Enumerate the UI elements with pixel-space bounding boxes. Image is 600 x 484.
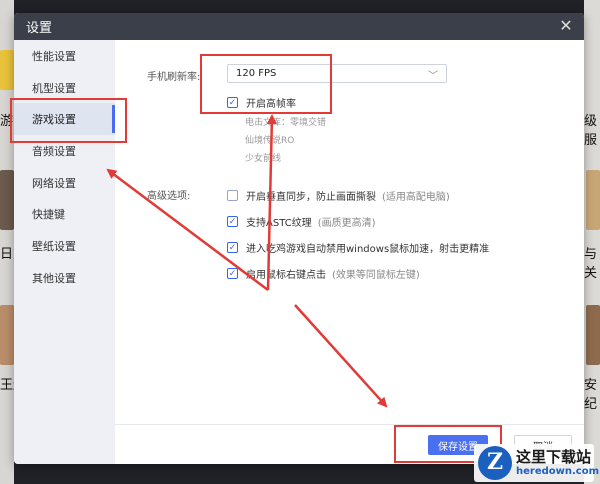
background-text-fragment: 安纪 — [584, 378, 598, 412]
astc-option[interactable]: ✓ 支持ASTC纹理 (画质更高清) — [227, 214, 376, 229]
sidebar-item-game[interactable]: 游戏设置 — [14, 103, 115, 136]
sidebar-item-network[interactable]: 网络设置 — [14, 167, 115, 199]
astc-checkbox[interactable]: ✓ — [227, 216, 238, 227]
background-text-fragment: 游 — [0, 114, 14, 129]
background-thumbnail — [586, 170, 600, 230]
background-text-fragment: 级服 — [584, 114, 598, 148]
right-click-hint: (效果等同鼠标左键) — [332, 270, 420, 281]
refresh-rate-value: 120 FPS — [236, 68, 277, 79]
astc-label: 支持ASTC纹理 — [246, 218, 312, 229]
sidebar-item-wallpaper[interactable]: 壁纸设置 — [14, 230, 115, 262]
background-thumbnail — [586, 305, 600, 365]
settings-sidebar: 性能设置 机型设置 游戏设置 音频设置 网络设置 快捷键 壁纸设置 其他设置 — [14, 40, 115, 464]
mouse-accel-label: 进入吃鸡游戏自动禁用windows鼠标加速，射击更精准 — [246, 244, 490, 255]
vsync-checkbox[interactable] — [227, 190, 238, 201]
supported-game-item: 仙境传说RO — [245, 136, 295, 146]
settings-dialog: 设置 ✕ 性能设置 机型设置 游戏设置 音频设置 网络设置 快捷键 壁纸设置 其… — [14, 13, 584, 464]
sidebar-item-performance[interactable]: 性能设置 — [14, 40, 115, 72]
vsync-hint: (适用高配电脑) — [382, 192, 450, 203]
sidebar-item-audio[interactable]: 音频设置 — [14, 135, 115, 167]
background-thumbnail — [0, 170, 14, 230]
right-click-option[interactable]: ✓ 启用鼠标右键点击 (效果等同鼠标左键) — [227, 266, 420, 281]
chevron-down-icon: ﹀ — [428, 71, 438, 82]
sidebar-item-shortcuts[interactable]: 快捷键 — [14, 198, 115, 230]
background-thumbnail — [0, 50, 14, 90]
watermark-cn: 这里下载站 — [516, 447, 592, 466]
high-frame-rate-label: 开启高帧率 — [246, 99, 296, 110]
vsync-label: 开启垂直同步，防止画面撕裂 — [246, 192, 376, 203]
mouse-accel-option[interactable]: ✓ 进入吃鸡游戏自动禁用windows鼠标加速，射击更精准 — [227, 240, 489, 255]
sidebar-item-device-model[interactable]: 机型设置 — [14, 72, 115, 104]
watermark-en: heredown.com — [516, 465, 600, 477]
high-frame-rate-checkbox[interactable]: ✓ — [227, 97, 238, 108]
right-click-label: 启用鼠标右键点击 — [246, 270, 326, 281]
refresh-rate-select[interactable]: 120 FPS ﹀ — [227, 64, 447, 83]
background-thumbnail — [0, 305, 14, 365]
high-frame-rate-option[interactable]: ✓ 开启高帧率 — [227, 95, 296, 110]
settings-content: 手机刷新率: 120 FPS ﹀ ✓ 开启高帧率 电击文库：零境交错 仙境传说R… — [115, 40, 584, 464]
dialog-titlebar: 设置 ✕ — [14, 13, 584, 40]
sidebar-item-other[interactable]: 其他设置 — [14, 262, 115, 294]
mouse-accel-checkbox[interactable]: ✓ — [227, 242, 238, 253]
dialog-title: 设置 — [26, 21, 53, 36]
right-click-checkbox[interactable]: ✓ — [227, 268, 238, 279]
watermark-logo-icon: Z — [478, 446, 512, 480]
site-watermark: Z 这里下载站 heredown.com — [474, 444, 599, 482]
supported-game-item: 少女前线 — [245, 154, 282, 164]
astc-hint: (画质更高清) — [317, 218, 376, 229]
watermark-text: 这里下载站 heredown.com — [516, 447, 600, 478]
refresh-rate-label: 手机刷新率: — [147, 72, 201, 83]
close-icon[interactable]: ✕ — [558, 18, 574, 34]
background-text-fragment: 与关 — [584, 247, 598, 281]
vsync-option[interactable]: 开启垂直同步，防止画面撕裂 (适用高配电脑) — [227, 188, 450, 203]
advanced-options-label: 高级选项: — [147, 191, 191, 202]
supported-game-item: 电击文库：零境交错 — [245, 118, 327, 128]
